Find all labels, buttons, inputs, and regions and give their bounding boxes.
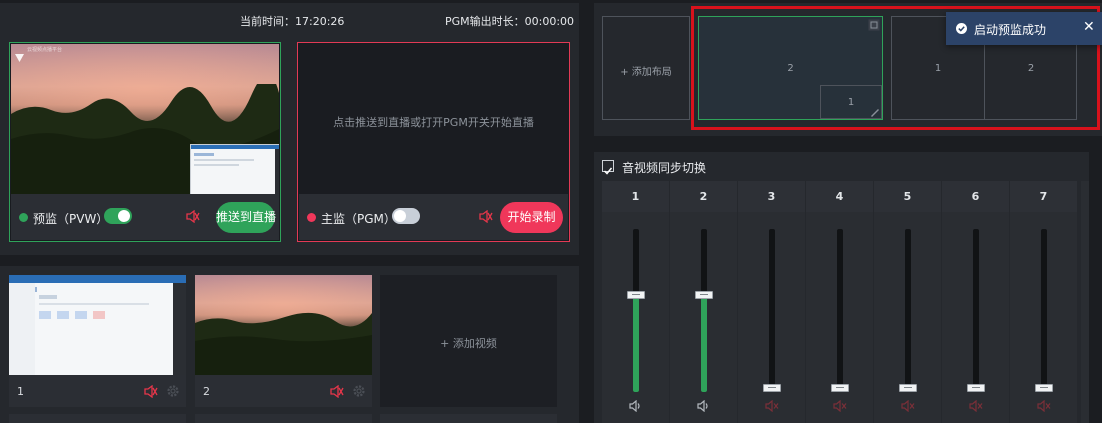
volume-track[interactable] <box>768 229 775 392</box>
pvw-status-dot <box>19 213 28 222</box>
volume-slider-handle[interactable] <box>694 291 713 299</box>
channel-header: 5 <box>874 181 941 212</box>
volume-track[interactable] <box>1040 229 1047 392</box>
desktop-capture-thumbnail <box>9 275 186 375</box>
current-time: 当前时间：17:20:26 <box>240 15 345 28</box>
mute-icon[interactable] <box>479 210 493 223</box>
video-source-number: 2 <box>203 385 210 398</box>
toast-notification: 启动预监成功 ✕ <box>946 12 1102 45</box>
volume-track[interactable] <box>972 229 979 392</box>
volume-track[interactable] <box>836 229 843 392</box>
volume-slider-handle[interactable] <box>762 384 781 392</box>
volume-slider-handle[interactable] <box>966 384 985 392</box>
volume-slider-handle[interactable] <box>1034 384 1053 392</box>
speaker-icon[interactable] <box>628 400 643 412</box>
video-source-row-next <box>9 414 186 423</box>
pgm-video: 点击推送到直播或打开PGM开关开始直播 <box>299 44 568 196</box>
logo-icon <box>15 47 24 62</box>
volume-slider-handle[interactable] <box>626 291 645 299</box>
add-layout-label: + 添加布局 <box>620 67 672 78</box>
video-source-2-bar: 2 <box>195 375 372 407</box>
volume-slider-handle[interactable] <box>898 384 917 392</box>
pgm-placeholder-text: 点击推送到直播或打开PGM开关开始直播 <box>333 116 534 129</box>
speaker-muted-icon[interactable] <box>764 400 779 412</box>
pvw-controls: 预监（PVW） 推送到直播 <box>11 194 279 240</box>
sync-label: 音视频同步切换 <box>622 161 707 175</box>
gear-icon[interactable] <box>166 384 180 398</box>
mixer-scrollbar[interactable] <box>1081 181 1089 423</box>
video-source-2[interactable]: 2 <box>195 275 372 407</box>
pgm-controls: 主监（PGM） 开始录制 <box>299 194 568 240</box>
mute-icon[interactable] <box>144 385 158 398</box>
mute-icon[interactable] <box>330 385 344 398</box>
video-source-row-next <box>195 414 372 423</box>
channel-header: 1 <box>602 181 669 212</box>
pvw-monitor[interactable]: 云视频点播平台 预监（PVW） 推送到直播 <box>9 42 281 242</box>
add-layout-button[interactable]: + 添加布局 <box>602 16 690 120</box>
start-recording-button[interactable]: 开始录制 <box>500 202 563 233</box>
sync-checkbox[interactable] <box>602 160 614 175</box>
mute-icon[interactable] <box>186 210 200 223</box>
check-circle-icon <box>956 23 967 34</box>
channel-header: 2 <box>670 181 737 212</box>
forest-thumbnail <box>195 275 372 375</box>
pvw-toggle[interactable] <box>104 208 132 224</box>
speaker-icon[interactable] <box>696 400 711 412</box>
video-source-1[interactable]: 1 <box>9 275 186 407</box>
speaker-muted-icon[interactable] <box>832 400 847 412</box>
pgm-status-dot <box>307 213 316 222</box>
volume-slider-handle[interactable] <box>830 384 849 392</box>
video-source-1-bar: 1 <box>9 375 186 407</box>
add-video-label: + 添加视频 <box>440 337 497 350</box>
volume-track[interactable] <box>904 229 911 392</box>
channel-header: 3 <box>738 181 805 212</box>
speaker-muted-icon[interactable] <box>968 400 983 412</box>
pgm-label: 主监（PGM） <box>321 212 396 226</box>
speaker-muted-icon[interactable] <box>900 400 915 412</box>
volume-fill <box>700 295 707 392</box>
video-source-number: 1 <box>17 385 24 398</box>
pip-desktop-capture <box>190 144 279 196</box>
close-icon[interactable]: ✕ <box>1083 19 1095 35</box>
checkmark-icon <box>603 167 613 175</box>
pvw-label: 预监（PVW） <box>33 212 109 226</box>
gear-icon[interactable] <box>352 384 366 398</box>
pvw-video: 云视频点播平台 <box>11 44 279 196</box>
channel-header: 4 <box>806 181 873 212</box>
speaker-muted-icon[interactable] <box>1036 400 1051 412</box>
add-video-button[interactable]: + 添加视频 <box>380 275 557 407</box>
channel-header: 6 <box>942 181 1009 212</box>
video-source-row-next <box>380 414 557 423</box>
pgm-output-duration: PGM输出时长：00:00:00 <box>445 15 575 28</box>
logo-text: 云视频点播平台 <box>27 47 63 53</box>
volume-fill <box>632 295 639 392</box>
pgm-toggle[interactable] <box>392 208 420 224</box>
pgm-monitor[interactable]: 点击推送到直播或打开PGM开关开始直播 主监（PGM） 开始录制 <box>297 42 570 242</box>
toast-message: 启动预监成功 <box>974 23 1047 37</box>
push-to-live-button[interactable]: 推送到直播 <box>216 202 276 233</box>
channel-header: 7 <box>1010 181 1077 212</box>
